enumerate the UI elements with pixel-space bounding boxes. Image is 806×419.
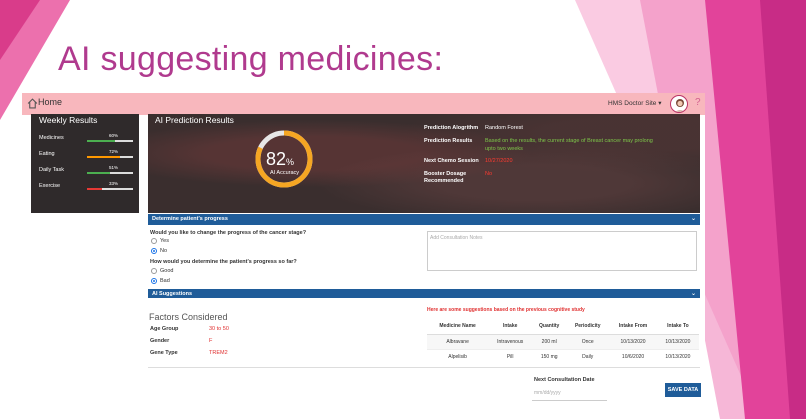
chevron-down-icon[interactable]: ⌄ [691,290,696,297]
user-avatar-icon [675,99,685,112]
weekly-row-eating: Eating 72% [39,149,134,165]
table-cell: Pill [488,348,533,364]
progress-fill [87,188,103,190]
avatar[interactable] [670,95,688,113]
weekly-label: Medicines [39,135,64,141]
column-header: Medicine Name [427,318,489,335]
factors-title: Factors Considered [149,312,228,322]
medicine-table: Medicine Name Intake Quantity Periodicit… [427,318,699,364]
table-cell: 10/6/2020 [609,348,657,364]
factor-value: F [209,338,213,344]
progress-fill [87,140,115,142]
column-header: Periodicity [566,318,610,335]
factor-key: Gene Type [150,350,178,356]
question-change-stage: Would you like to change the progress of… [150,230,307,236]
progress-section-title: Determine patient's progress [152,216,228,222]
weekly-label: Eating [39,151,55,157]
weekly-percent: 60% [109,133,119,138]
algorithm-key: Prediction Alogrithm [424,125,479,131]
ai-prediction-panel: AI Prediction Results 82% AI Accuracy Pr… [148,114,700,213]
accuracy-value: 82% [266,149,294,170]
algorithm-value: Random Forest [485,125,523,131]
home-icon[interactable] [27,98,38,109]
progress-track [87,188,133,190]
weekly-results-panel: Weekly Results Medicines 60% Eating 72% … [31,114,139,213]
booster-key-line1: Booster Dosage [424,171,467,177]
suggestions-hint: Here are some suggestions based on the p… [427,307,585,313]
radio-yes-label[interactable]: Yes [160,238,169,244]
weekly-row-daily-task: Daily Task 51% [39,165,134,181]
table-cell: 150 mg [532,348,567,364]
save-data-button[interactable]: SAVE DATA [665,383,701,397]
progress-track [87,156,133,158]
booster-value: No [485,171,493,177]
column-header: Intake From [609,318,657,335]
weekly-percent: 33% [109,181,119,186]
top-nav-bar: Home HMS Doctor Site ▾ ? [22,93,705,115]
accuracy-label: AI Accuracy [270,170,300,176]
radio-no-label[interactable]: No [160,248,167,254]
table-cell: 200 ml [532,333,567,349]
question-progress: How would you determine the patient's pr… [150,259,297,265]
weekly-row-exercise: Exercise 33% [39,181,134,197]
results-key: Prediction Results [424,138,473,144]
radio-yes[interactable] [151,238,157,244]
factor-key: Gender [150,338,170,344]
radio-bad-label[interactable]: Bad [160,278,170,284]
chevron-down-icon[interactable]: ⌄ [691,215,696,222]
site-menu-dropdown[interactable]: HMS Doctor Site ▾ [608,99,661,107]
weekly-percent: 51% [109,165,119,170]
weekly-results-title: Weekly Results [39,115,98,125]
table-cell: Intravenous [488,333,533,349]
progress-fill [87,156,121,158]
progress-section-header[interactable]: Determine patient's progress ⌄ [148,214,700,225]
prediction-title: AI Prediction Results [155,115,234,125]
results-value-line1: Based on the results, the current stage … [485,138,653,144]
radio-no[interactable] [151,248,157,254]
chemo-value: 10/27/2020 [485,158,513,164]
table-row: Albravane Intravenous 200 ml Once 10/13/… [427,333,699,349]
table-cell: Once [566,333,610,349]
table-row: Alpelisib Pill 150 mg Daily 10/6/2020 10… [427,348,699,364]
factor-value: 30 to 50 [209,326,229,332]
factor-key: Age Group [150,326,179,332]
radio-good-label[interactable]: Good [160,268,173,274]
table-cell: 10/13/2020 [656,333,699,349]
results-value-line2: upto two weeks [485,146,523,152]
weekly-label: Daily Task [39,167,64,173]
radio-good[interactable] [151,268,157,274]
slide-title: AI suggesting medicines: [58,40,444,78]
column-header: Intake [488,318,533,335]
column-header: Quantity [532,318,567,335]
table-cell: Daily [566,348,610,364]
home-link[interactable]: Home [38,97,62,107]
ai-suggestions-title: AI Suggestions [152,291,193,297]
progress-fill [87,172,111,174]
booster-key-line2: Recommended [424,178,464,184]
radio-bad[interactable] [151,278,157,284]
table-cell: 10/13/2020 [609,333,657,349]
progress-track [87,172,133,174]
app-window: Home HMS Doctor Site ▾ ? Weekly Results … [22,93,705,419]
accuracy-number: 82 [266,149,287,169]
weekly-row-medicines: Medicines 60% [39,133,134,149]
factor-value: TREM2 [209,350,228,356]
help-icon[interactable]: ? [695,97,701,108]
table-cell: Albravane [427,333,489,349]
consultation-notes-textarea[interactable]: Add Consultation Notes [427,231,697,271]
table-cell: Alpelisib [427,348,489,364]
accuracy-unit: % [286,157,295,167]
chemo-key: Next Chemo Session [424,158,479,164]
next-consultation-label: Next Consultation Date [534,377,595,383]
weekly-label: Exercise [39,183,61,189]
consultation-date-input[interactable]: mm/dd/yyyy [532,387,607,401]
table-cell: 10/13/2020 [656,348,699,364]
table-header-row: Medicine Name Intake Quantity Periodicit… [427,318,699,335]
column-header: Intake To [656,318,699,335]
progress-track [87,140,133,142]
weekly-percent: 72% [109,149,119,154]
